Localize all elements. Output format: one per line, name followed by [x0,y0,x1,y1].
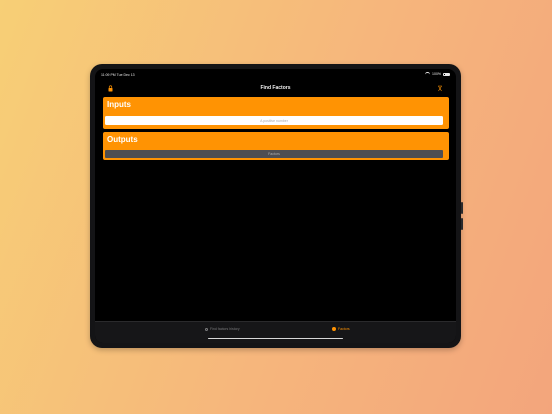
power-button [461,218,463,230]
home-indicator[interactable] [208,337,343,339]
tab-factors-label: Factors [338,327,350,331]
battery-icon [443,72,450,76]
status-time: 11:09 PM Tue Dec 13 [101,73,135,77]
outputs-heading: Outputs [107,135,138,144]
page-title: Find Factors [260,85,291,91]
battery-percent: 100% [432,72,441,76]
number-input[interactable] [105,116,443,125]
tab-history-label: Find factors history [210,327,240,331]
volume-button [461,202,463,214]
ipad-device-frame: 11:09 PM Tue Dec 13 100% Find Factors In… [90,64,463,348]
clock-icon [205,327,208,331]
factors-output: Factors [105,150,443,158]
wifi-icon [425,72,431,76]
factor-icon [332,327,336,331]
tab-bar: Find factors history Factors [95,321,456,343]
outputs-section: Outputs Factors [103,132,449,160]
tab-factors[interactable]: Factors [332,327,350,331]
share-icon[interactable] [437,85,443,92]
inputs-heading: Inputs [107,100,131,109]
inputs-section: Inputs [103,97,449,129]
tab-history[interactable]: Find factors history [205,327,240,331]
navigation-bar: Find Factors [95,82,456,96]
app-screen: 11:09 PM Tue Dec 13 100% Find Factors In… [95,69,456,343]
status-indicators: 100% [425,72,450,76]
status-bar: 11:09 PM Tue Dec 13 100% [95,69,456,81]
